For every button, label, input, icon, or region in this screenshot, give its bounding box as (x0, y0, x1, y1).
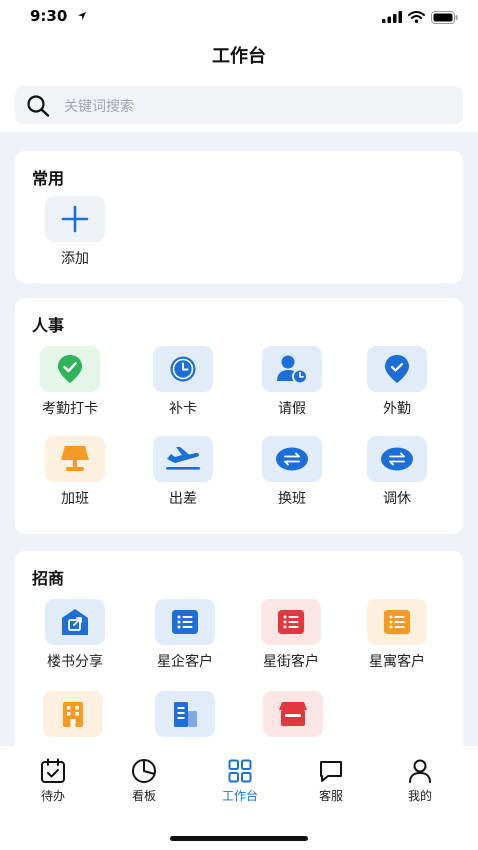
makeup-clock-tile (153, 346, 213, 392)
enterprise-clients-button[interactable]: 星企客户 (135, 599, 235, 679)
search-input[interactable]: 关键词搜索 (64, 96, 134, 116)
investment-item-5-tile (43, 691, 103, 737)
makeup-clock-label: 补卡 (169, 401, 197, 417)
overtime-button[interactable]: 加班 (25, 436, 125, 516)
hr-title: 人事 (32, 316, 65, 335)
swap-icon (381, 447, 413, 471)
search-bar[interactable]: 关键词搜索 (15, 86, 463, 124)
plus-icon (61, 205, 89, 233)
brochure-share-label: 楼书分享 (47, 654, 103, 670)
tab-profile[interactable]: 我的 (380, 758, 460, 808)
pie-chart-icon (132, 759, 156, 783)
overtime-tile (45, 436, 105, 482)
apartment-clients-tile (367, 599, 427, 645)
clock-icon (170, 356, 196, 382)
leave-request-button[interactable]: 请假 (242, 346, 342, 426)
leave-label: 请假 (278, 401, 306, 417)
battery-icon (431, 10, 458, 24)
apartment-clients-label: 星寓客户 (369, 654, 425, 670)
grid-icon (228, 759, 252, 783)
list-icon (172, 610, 198, 634)
investment-item-6-tile (155, 691, 215, 737)
tab-dashboard-label: 看板 (131, 789, 156, 803)
hr-card: 人事 考勤打卡 补卡 请假 外勤 加班 出差 换班 调休 (15, 298, 463, 534)
airplane-icon (166, 447, 200, 470)
list-icon (384, 610, 410, 634)
store-icon (279, 702, 307, 726)
investment-card: 招商 楼书分享 星企客户 星街客户 星寓客户 (15, 551, 463, 771)
investment-item-7-tile (263, 691, 323, 737)
makeup-clock-button[interactable]: 补卡 (133, 346, 233, 426)
field-work-tile (367, 346, 427, 392)
street-clients-label: 星街客户 (263, 654, 319, 670)
status-bar: 9:30 (0, 0, 478, 34)
overtime-label: 加班 (61, 491, 89, 507)
field-work-button[interactable]: 外勤 (347, 346, 447, 426)
attendance-tile (40, 346, 100, 392)
tab-dashboard[interactable]: 看板 (104, 758, 184, 808)
office-building-icon (174, 702, 197, 727)
signal-icon (382, 11, 402, 23)
tab-workbench[interactable]: 工作台 (200, 758, 280, 808)
location-pin-icon (385, 355, 409, 383)
shift-swap-button[interactable]: 换班 (242, 436, 342, 516)
tab-profile-label: 我的 (407, 789, 432, 803)
time-off-tile (367, 436, 427, 482)
swap-icon (276, 447, 308, 471)
list-icon (278, 610, 304, 634)
attendance-clock-in-button[interactable]: 考勤打卡 (20, 346, 120, 426)
page-title: 工作台 (212, 46, 266, 67)
investment-title: 招商 (32, 569, 65, 588)
business-trip-label: 出差 (169, 491, 197, 507)
shift-swap-label: 换班 (278, 491, 306, 507)
field-work-label: 外勤 (383, 401, 411, 417)
brochure-share-button[interactable]: 楼书分享 (25, 599, 125, 679)
calendar-check-icon (41, 758, 65, 783)
attendance-label: 考勤打卡 (42, 401, 98, 417)
header: 工作台 关键词搜索 (0, 34, 478, 132)
search-icon (27, 95, 50, 117)
time-off-label: 调休 (383, 491, 411, 507)
location-check-icon (58, 355, 82, 383)
location-arrow-icon (78, 12, 86, 20)
street-clients-button[interactable]: 星街客户 (241, 599, 341, 679)
tab-bar: 待办 看板 工作台 客服 我的 (0, 746, 478, 850)
house-share-icon (62, 609, 88, 635)
status-icons (382, 9, 458, 25)
shift-swap-tile (262, 436, 322, 482)
status-time: 9:30 (30, 7, 68, 25)
tab-customer-service-label: 客服 (318, 789, 343, 803)
add-tile (45, 196, 105, 242)
time-off-button[interactable]: 调休 (347, 436, 447, 516)
common-card: 常用 添加 (15, 151, 463, 283)
business-trip-tile (153, 436, 213, 482)
add-button[interactable]: 添加 (25, 196, 125, 276)
tab-todo[interactable]: 待办 (13, 758, 93, 808)
apartment-clients-button[interactable]: 星寓客户 (347, 599, 447, 679)
common-title: 常用 (32, 169, 65, 188)
user-clock-icon (277, 355, 308, 384)
business-trip-button[interactable]: 出差 (133, 436, 233, 516)
enterprise-clients-tile (155, 599, 215, 645)
tab-todo-label: 待办 (40, 789, 65, 803)
leave-tile (262, 346, 322, 392)
wifi-icon (408, 11, 425, 23)
tab-customer-service[interactable]: 客服 (291, 758, 371, 808)
street-clients-tile (261, 599, 321, 645)
user-icon (409, 759, 431, 783)
enterprise-clients-label: 星企客户 (157, 654, 213, 670)
building-icon (63, 702, 83, 727)
chat-icon (320, 761, 342, 782)
add-label: 添加 (61, 251, 89, 267)
home-indicator (170, 836, 308, 841)
brochure-share-tile (45, 599, 105, 645)
lamp-icon (61, 446, 89, 471)
tab-workbench-label: 工作台 (221, 789, 258, 803)
